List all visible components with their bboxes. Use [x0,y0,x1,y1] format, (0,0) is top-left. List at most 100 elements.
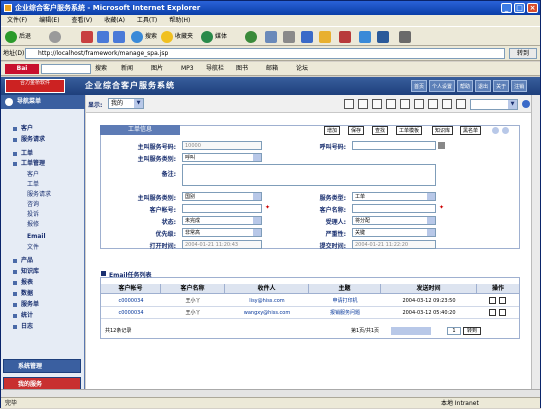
server-type-select[interactable]: 工单 [352,192,436,201]
severity-select[interactable]: 关键 [352,228,436,237]
link-books[interactable]: 图书 [236,62,248,76]
phone-icon[interactable] [438,142,445,149]
save-button[interactable]: 保存 [348,126,365,135]
minimize-button[interactable]: _ [501,3,512,13]
col-subject[interactable]: 主题 [309,284,381,294]
link-forum[interactable]: 论坛 [296,62,308,76]
baidu-logo[interactable]: Bai [5,64,39,74]
vertical-scrollbar[interactable] [531,95,540,389]
link-news[interactable]: 新闻 [121,62,133,76]
save-icon[interactable] [372,99,382,109]
favorites-button[interactable]: 收藏夹 [161,30,193,44]
category-select[interactable]: 国别 [182,192,262,201]
tools-button[interactable] [377,30,389,44]
knowledge-button[interactable]: 知识库 [432,126,454,135]
link-images[interactable]: 图片 [151,62,163,76]
messenger-button[interactable] [359,30,371,44]
cell-subject[interactable]: 申请打印机 [309,295,381,307]
sidebar-sub-repair[interactable]: 报修 [27,221,39,229]
sidebar-item-ticket[interactable]: 工单 [13,150,33,158]
col-customer-name[interactable]: 客户名称 [161,284,225,294]
view-icon[interactable] [489,297,496,304]
folder-button[interactable] [319,30,331,44]
sidebar-item-product[interactable]: 产品 [13,257,33,265]
col-send-time[interactable]: 发送时间 [381,284,477,294]
sidebar-system-button[interactable]: 系统管理 [3,359,81,373]
sidebar-sub-service[interactable]: 服务请求 [27,191,51,199]
print-icon[interactable] [344,99,354,109]
menu-favorites[interactable]: 收藏(A) [104,17,125,24]
header-about-button[interactable]: 关于 [493,80,510,92]
new-icon[interactable] [358,99,368,109]
header-settings-button[interactable]: 个人设置 [429,80,456,92]
sidebar-sub-email[interactable]: Email [27,233,46,241]
header-exit-button[interactable]: 退出 [475,80,492,92]
service-type-select[interactable]: 呼叫 [182,153,262,162]
sidebar-sub-ticket[interactable]: 工单 [27,181,39,189]
col-customer-id[interactable]: 客户帐号 [101,284,161,294]
find-icon[interactable] [456,99,466,109]
add-button[interactable]: 增加 [324,126,341,135]
header-help-button[interactable]: 帮助 [457,80,474,92]
remark-textarea[interactable] [182,164,436,186]
maximize-button[interactable]: □ [514,3,525,13]
history-button[interactable] [245,30,257,44]
page-nav-icons[interactable] [391,327,431,335]
attach-icon[interactable] [428,99,438,109]
menu-tools[interactable]: 工具(T) [137,17,157,24]
link-nav[interactable]: 导航栏 [206,62,224,76]
menu-edit[interactable]: 编辑(E) [39,17,59,24]
main-number-input[interactable]: 10000 [182,141,262,150]
address-input[interactable]: http://localhost/framework/manage_spa.js… [25,48,505,59]
table-row[interactable]: c0000034 王小丫 lisy@hiss.com 申请打印机 2004-03… [101,295,519,307]
menu-file[interactable]: 文件(F) [7,17,27,24]
blacklist-button[interactable]: 黑名单 [460,126,482,135]
customer-id-input[interactable] [182,204,262,213]
expand-icon[interactable] [502,127,509,134]
sidebar-item-service[interactable]: 服务请求 [13,136,45,144]
table-row[interactable]: c0000034 王小丫 wangxy@hiss.com 报销服务问题 2004… [101,307,519,319]
sidebar-sub-complain[interactable]: 投诉 [27,211,39,219]
cell-customer-id[interactable]: c0000034 [101,295,161,307]
collapse-icon[interactable] [492,127,499,134]
cell-customer-id[interactable]: c0000034 [101,307,161,319]
header-home-button[interactable]: 首页 [411,80,428,92]
filter-select[interactable]: 我的 ▼ [108,98,144,109]
sidebar-sub-customer[interactable]: 客户 [27,171,39,179]
go-button[interactable]: 转到 [509,48,537,59]
cell-recipient[interactable]: wangxy@hiss.com [225,307,309,319]
sidebar-sub-file[interactable]: 文件 [27,244,39,252]
menu-view[interactable]: 查看(V) [71,17,92,24]
copy-icon[interactable] [400,99,410,109]
view-icon[interactable] [489,309,496,316]
priority-select[interactable]: 非常高 [182,228,262,237]
sidebar-item-ticket-manage[interactable]: 工单管理 [13,160,45,168]
action-select[interactable]: ▼ [470,99,518,110]
forward-button[interactable] [49,30,61,44]
search-button[interactable]: 搜索 [131,30,157,44]
sidebar-item-report[interactable]: 报表 [13,279,33,287]
delete-icon[interactable] [386,99,396,109]
find-button[interactable]: 查找 [372,126,389,135]
calendar-icon[interactable] [442,99,452,109]
accept-select[interactable]: 将分配 [352,216,436,225]
media-button[interactable]: 媒体 [201,30,227,44]
template-button[interactable]: 工单模板 [396,126,423,135]
link-mp3[interactable]: MP3 [181,62,194,76]
link-mail[interactable]: 邮箱 [266,62,278,76]
mail-icon[interactable] [414,99,424,109]
submit-time-input[interactable]: 2004-01-21 11:22:20 [352,240,436,249]
header-logout-button[interactable]: 注销 [511,80,528,92]
tab-ticket-info[interactable]: 工单信息 [100,125,180,135]
status-select[interactable]: 未完成 [182,216,262,225]
sidebar-sub-consult[interactable]: 咨询 [27,201,39,209]
refresh-button[interactable] [97,30,109,44]
research-button[interactable] [339,30,351,44]
goto-button[interactable]: 转到 [463,327,481,335]
open-time-input[interactable]: 2004-01-21 11:20:43 [182,240,262,249]
edit-icon[interactable] [499,309,506,316]
col-recipient[interactable]: 收件人 [225,284,309,294]
horizontal-scrollbar[interactable] [1,389,540,397]
mail-button[interactable] [265,30,277,44]
go-icon[interactable] [522,100,530,108]
